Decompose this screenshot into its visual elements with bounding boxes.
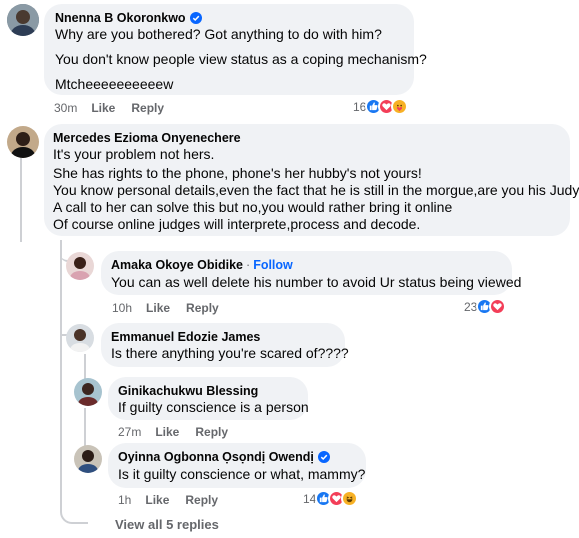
comment-text: Is there anything you're scared of???? (111, 345, 349, 361)
reply-bubble: Oyinna Ogbonna Ọsọndị Owendị Is it guilt… (108, 443, 366, 488)
view-all-replies-link[interactable]: View all 5 replies (115, 517, 219, 532)
comment-actions: 1h Like Reply (118, 493, 234, 507)
timestamp[interactable]: 30m (54, 101, 77, 115)
reply-bubble: Amaka Okoye Obidike · Follow You can as … (101, 251, 521, 295)
comment-author: Mercedes Ezioma Onyenechere (53, 131, 241, 145)
love-icon (489, 298, 507, 315)
reaction-count: 16 (353, 99, 367, 114)
comment-text: You don't know people view status as a c… (55, 51, 427, 67)
comment-text: Of course online judges will interprete,… (53, 216, 421, 232)
comment-text: Why are you bothered? Got anything to do… (55, 26, 382, 42)
comment-text: Is it guilty conscience or what, mammy? (118, 466, 366, 482)
avatar[interactable] (66, 324, 94, 352)
author-name[interactable]: Oyinna Ogbonna Ọsọndị Owendị (118, 450, 314, 464)
avatar[interactable] (74, 445, 102, 473)
author-name[interactable]: Emmanuel Edozie James (111, 330, 260, 344)
comment-actions: 27m Like Reply (118, 425, 244, 439)
comment-bubble: Nnenna B Okoronkwo Why are you bothered?… (44, 4, 427, 95)
timestamp[interactable]: 10h (112, 301, 132, 315)
reaction-summary[interactable]: 16 (353, 98, 409, 115)
comment-text: You can as well delete his number to avo… (111, 274, 522, 290)
follow-button[interactable]: Follow (253, 258, 293, 272)
comment-author: Ginikachukwu Blessing (118, 384, 258, 398)
like-button[interactable]: Like (146, 301, 170, 315)
like-button[interactable]: Like (155, 425, 179, 439)
timestamp[interactable]: 27m (118, 425, 141, 439)
comment-author: Nnenna B Okoronkwo (55, 11, 202, 25)
care-icon (391, 98, 409, 115)
comment-bubble: Mercedes Ezioma Onyenechere It's your pr… (44, 124, 579, 236)
comment-actions: 10h Like Reply (112, 301, 235, 315)
author-name[interactable]: Nnenna B Okoronkwo (55, 11, 186, 25)
haha-icon (341, 490, 359, 507)
reaction-summary[interactable]: 23 (464, 298, 507, 315)
comment-text: It's your problem not hers. (53, 146, 215, 162)
reaction-count: 14 (303, 491, 317, 506)
comment-author: Emmanuel Edozie James (111, 330, 260, 344)
reply-button[interactable]: Reply (195, 425, 228, 439)
comment-author: Amaka Okoye Obidike · Follow (111, 258, 293, 272)
like-button[interactable]: Like (145, 493, 169, 507)
comment-text: Mtcheeeeeeeeeew (55, 76, 174, 92)
verified-badge-icon (317, 451, 330, 463)
verified-badge-icon (189, 12, 202, 24)
reply-button[interactable]: Reply (185, 493, 218, 507)
reaction-summary[interactable]: 14 (303, 490, 359, 507)
avatar[interactable] (7, 126, 39, 158)
reply-button[interactable]: Reply (186, 301, 219, 315)
separator: · (246, 258, 251, 272)
avatar[interactable] (7, 4, 39, 36)
comment-author: Oyinna Ogbonna Ọsọndị Owendị (118, 450, 330, 464)
author-name[interactable]: Ginikachukwu Blessing (118, 384, 258, 398)
reply-button[interactable]: Reply (131, 101, 164, 115)
thread-line-main (20, 152, 22, 242)
timestamp[interactable]: 1h (118, 493, 131, 507)
reply-bubble: Ginikachukwu Blessing If guilty conscien… (108, 377, 309, 420)
comment-actions: 30m Like Reply (54, 101, 180, 115)
author-name[interactable]: Mercedes Ezioma Onyenechere (53, 131, 241, 145)
avatar[interactable] (66, 252, 94, 280)
reaction-count: 23 (464, 299, 478, 314)
comment-text: If guilty conscience is a person (118, 399, 309, 415)
like-button[interactable]: Like (91, 101, 115, 115)
author-name[interactable]: Amaka Okoye Obidike (111, 258, 243, 272)
avatar[interactable] (74, 378, 102, 406)
reply-bubble: Emmanuel Edozie James Is there anything … (101, 323, 349, 367)
